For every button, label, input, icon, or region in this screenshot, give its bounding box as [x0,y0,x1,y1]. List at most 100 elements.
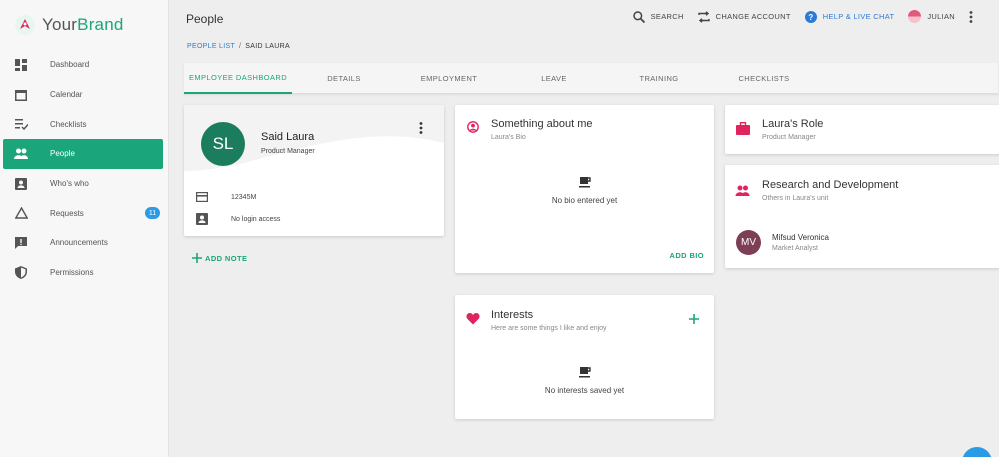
help-icon: ? [804,10,817,23]
role-card: Laura's Role Product Manager [725,105,999,154]
briefcase-icon [736,121,750,140]
coffee-cup-icon [578,177,591,188]
tab-details[interactable]: DETAILS [312,63,376,94]
sidebar-item-calendar[interactable]: Calendar [3,80,163,110]
contact-card-icon [14,177,28,191]
unit-member-row[interactable]: MV Mifsud Veronica Market Analyst [736,230,829,255]
sidebar-item-label: Requests [50,208,84,218]
sidebar-item-label: Calendar [50,90,83,100]
account-circle-icon [467,120,479,138]
interests-empty-state: No interests saved yet [455,366,714,395]
sidebar-item-label: Permissions [50,268,94,278]
chat-bubble-button[interactable] [962,447,992,457]
tab-training[interactable]: TRAINING [624,63,694,94]
svg-text:?: ? [808,13,813,22]
search-label: SEARCH [650,12,684,21]
page-title: People [186,12,224,26]
about-empty-text: No bio entered yet [551,196,618,205]
interests-empty-text: No interests saved yet [544,386,625,395]
people-icon [735,183,750,201]
sidebar-item-label: Dashboard [50,60,90,70]
sidebar-item-people[interactable]: People [3,139,163,169]
search-icon [632,10,645,23]
top-navigation: SEARCH CHANGE ACCOUNT ? HELP & LIVE CHAT… [619,10,979,23]
help-label: HELP & LIVE CHAT [822,12,895,21]
rocket-icon [15,15,35,35]
brand-name: YourBrand [42,15,124,34]
profile-tabs: EMPLOYEE DASHBOARD DETAILS EMPLOYMENT LE… [184,63,998,94]
brand-logo[interactable]: YourBrand [14,14,124,36]
tab-checklists[interactable]: CHECKLISTS [729,63,799,94]
profile-login-status: No login access [231,215,281,223]
shield-icon [14,266,28,280]
sidebar-item-permissions[interactable]: Permissions [3,258,163,288]
tab-employee-dashboard[interactable]: EMPLOYEE DASHBOARD [184,63,292,94]
member-name: Mifsud Veronica [772,233,829,242]
plus-icon [689,314,699,324]
profile-menu-button[interactable] [419,121,423,139]
sidebar-item-label: Who's who [50,179,89,189]
sidebar-item-requests[interactable]: Requests 11 [3,198,163,228]
sidebar-nav: Dashboard Calendar Checklists People Who… [3,50,163,288]
coffee-cup-icon [578,367,591,378]
about-card: Something about me Laura's Bio No bio en… [455,105,714,273]
user-avatar [908,10,922,23]
id-card-icon [196,192,208,202]
sidebar-item-label: Announcements [50,238,108,248]
profile-card: SL Said Laura Product Manager 12345M No … [184,105,444,236]
swap-icon [697,10,710,23]
profile-job-title: Product Manager [261,148,315,155]
more-vertical-icon [969,10,973,23]
user-menu[interactable]: JULIAN [908,10,955,23]
profile-avatar: SL [201,122,245,166]
profile-id-row: 12345M [196,192,256,202]
interests-card: Interests Here are some things I like an… [455,295,714,419]
sidebar-item-label: Checklists [50,119,87,129]
sidebar-item-whos-who[interactable]: Who's who [3,169,163,199]
profile-name: Said Laura [261,131,315,143]
sidebar-item-label: People [50,149,75,159]
triangle-icon [14,206,28,220]
profile-id: 12345M [231,193,257,201]
sidebar-item-checklists[interactable]: Checklists [3,109,163,139]
about-subtitle: Laura's Bio [491,134,526,141]
dashboard-icon [14,58,28,72]
role-title: Laura's Role [762,118,824,130]
announcement-icon [14,236,28,250]
about-title: Something about me [491,118,593,130]
breadcrumb-current: SAID LAURA [245,43,290,50]
add-note-label: ADD NOTE [205,253,248,263]
more-vertical-icon [419,122,423,134]
more-menu-button[interactable] [969,10,979,23]
plus-icon [192,253,202,263]
calendar-icon [14,88,28,102]
contact-card-icon [196,213,208,225]
member-role: Market Analyst [772,245,818,252]
search-button[interactable]: SEARCH [632,10,684,23]
add-interest-button[interactable] [689,311,699,329]
interests-subtitle: Here are some things I like and enjoy [491,325,607,332]
sidebar: YourBrand Dashboard Calendar Checklists … [0,0,169,457]
role-subtitle: Product Manager [762,134,816,141]
change-account-button[interactable]: CHANGE ACCOUNT [697,10,791,23]
change-account-label: CHANGE ACCOUNT [715,12,791,21]
tab-employment[interactable]: EMPLOYMENT [409,63,489,94]
unit-subtitle: Others in Laura's unit [762,195,829,202]
help-chat-button[interactable]: ? HELP & LIVE CHAT [804,10,895,23]
add-note-button[interactable]: ADD NOTE [192,253,247,263]
about-empty-state: No bio entered yet [455,176,714,205]
checklist-icon [14,117,28,131]
sidebar-item-dashboard[interactable]: Dashboard [3,50,163,80]
sidebar-item-announcements[interactable]: Announcements [3,228,163,258]
breadcrumb: PEOPLE LIST / SAID LAURA [187,43,290,50]
requests-count-badge: 11 [145,207,160,220]
member-avatar: MV [736,230,761,255]
heart-icon [466,312,480,330]
breadcrumb-people-list[interactable]: PEOPLE LIST [187,43,235,50]
interests-title: Interests [491,309,534,321]
breadcrumb-separator: / [239,43,242,50]
user-name: JULIAN [927,12,955,21]
add-bio-button[interactable]: ADD BIO [670,251,704,260]
profile-login-row: No login access [196,213,280,225]
tab-leave[interactable]: LEAVE [524,63,584,94]
